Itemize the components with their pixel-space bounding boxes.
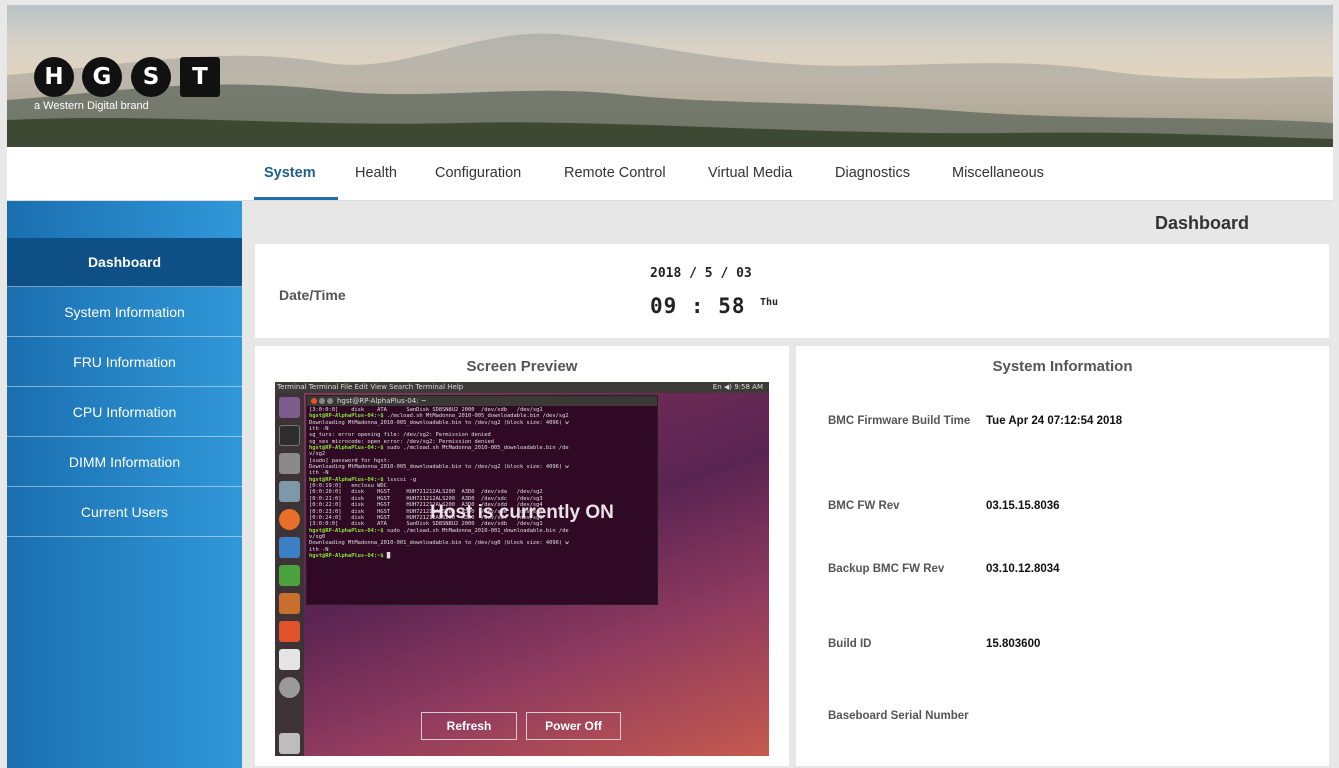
system-information-title: System Information: [992, 358, 1133, 375]
info-value-bmc-fw-rev: 03.15.15.8036: [986, 500, 1060, 512]
info-value-backup-bmc-fw-rev: 03.10.12.8034: [986, 563, 1060, 575]
files-app-icon: [279, 453, 300, 474]
calc-app-icon: [279, 565, 300, 586]
system-information-card: System Information BMC Firmware Build Ti…: [796, 346, 1329, 766]
info-value-bmc-build-time: Tue Apr 24 07:12:54 2018: [986, 415, 1123, 427]
page-title: Dashboard: [242, 213, 1249, 234]
terminal-title: hgst@RP-AlphaPlus-04: ~: [337, 397, 427, 405]
amazon-app-icon: [279, 649, 300, 670]
maximize-window-icon: [327, 398, 333, 404]
tab-remote-control[interactable]: Remote Control: [564, 165, 666, 181]
desktop-launcher: [275, 393, 304, 756]
info-label-backup-bmc-fw-rev: Backup BMC FW Rev: [828, 563, 945, 575]
sidebar-item-dashboard[interactable]: Dashboard: [7, 238, 242, 287]
power-off-button[interactable]: Power Off: [526, 712, 621, 740]
hgst-logo: H G S T a Western Digital brand: [34, 57, 234, 117]
datetime-date: 2018 / 5 / 03: [650, 266, 752, 281]
tab-virtual-media[interactable]: Virtual Media: [708, 165, 792, 181]
sidebar-item-fru-information[interactable]: FRU Information: [7, 338, 242, 387]
host-status-text: Host is currently ON: [430, 502, 614, 523]
tab-diagnostics[interactable]: Diagnostics: [835, 165, 910, 181]
tab-health[interactable]: Health: [355, 165, 397, 181]
terminal-window: hgst@RP-AlphaPlus-04: ~ [3:0:0:0] disk A…: [306, 395, 658, 605]
active-tab-indicator: [254, 197, 338, 200]
logo-letter-g: G: [82, 57, 122, 97]
tab-configuration[interactable]: Configuration: [435, 165, 521, 181]
screen-preview-image[interactable]: Terminal Terminal File Edit View Search …: [275, 382, 769, 756]
screen-preview-title: Screen Preview: [466, 358, 578, 375]
info-label-bmc-fw-rev: BMC FW Rev: [828, 500, 900, 512]
close-window-icon: [311, 398, 317, 404]
ubuntu-dash-icon: [279, 397, 300, 418]
refresh-button[interactable]: Refresh: [421, 712, 517, 740]
logo-tagline: a Western Digital brand: [34, 100, 149, 112]
terminal-line: hgst@RP-AlphaPlus-04:~$ █: [309, 552, 391, 559]
datetime-label: Date/Time: [279, 287, 346, 303]
impress-app-icon: [279, 593, 300, 614]
datetime-card: Date/Time 2018 / 5 / 03 09 : 58 Thu: [255, 244, 1329, 338]
sidebar-item-system-information[interactable]: System Information: [7, 288, 242, 337]
logo-letter-h: H: [34, 57, 74, 97]
trash-icon: [279, 733, 300, 754]
info-label-build-id: Build ID: [828, 638, 872, 650]
desktop-menu-text: Terminal Terminal File Edit View Search …: [277, 383, 464, 391]
terminal-titlebar: hgst@RP-AlphaPlus-04: ~: [307, 396, 657, 406]
desktop-top-bar: Terminal Terminal File Edit View Search …: [275, 382, 769, 393]
settings-gear-icon: [279, 677, 300, 698]
logo-letter-s: S: [131, 57, 171, 97]
terminal-app-icon: [279, 425, 300, 446]
info-value-build-id: 15.803600: [986, 638, 1041, 650]
sidebar-item-dimm-information[interactable]: DIMM Information: [7, 438, 242, 487]
main-nav: System Health Configuration Remote Contr…: [7, 147, 1333, 201]
sidebar: Dashboard System Information FRU Informa…: [7, 201, 242, 768]
info-label-baseboard-serial: Baseboard Serial Number: [828, 710, 969, 722]
datetime-day: Thu: [760, 297, 779, 308]
logo-letter-t: T: [180, 57, 220, 97]
screen-preview-card: Screen Preview Terminal Terminal File Ed…: [255, 346, 789, 766]
info-label-bmc-build-time: BMC Firmware Build Time: [828, 415, 971, 427]
sidebar-item-current-users[interactable]: Current Users: [7, 488, 242, 537]
minimize-window-icon: [319, 398, 325, 404]
tab-miscellaneous[interactable]: Miscellaneous: [952, 165, 1044, 181]
tab-system[interactable]: System: [264, 165, 316, 181]
writer-app-icon: [279, 537, 300, 558]
datetime-time: 09 : 58: [650, 294, 746, 318]
header-banner: H G S T a Western Digital brand: [7, 5, 1333, 147]
main-content: Dashboard Date/Time 2018 / 5 / 03 09 : 5…: [242, 201, 1333, 768]
sidebar-item-cpu-information[interactable]: CPU Information: [7, 388, 242, 437]
scanner-app-icon: [279, 481, 300, 502]
page-title-text: Dashboard: [1154, 213, 1249, 233]
software-center-icon: [279, 621, 300, 642]
desktop-status-area: En ◀) 9:58 AM: [712, 383, 763, 391]
